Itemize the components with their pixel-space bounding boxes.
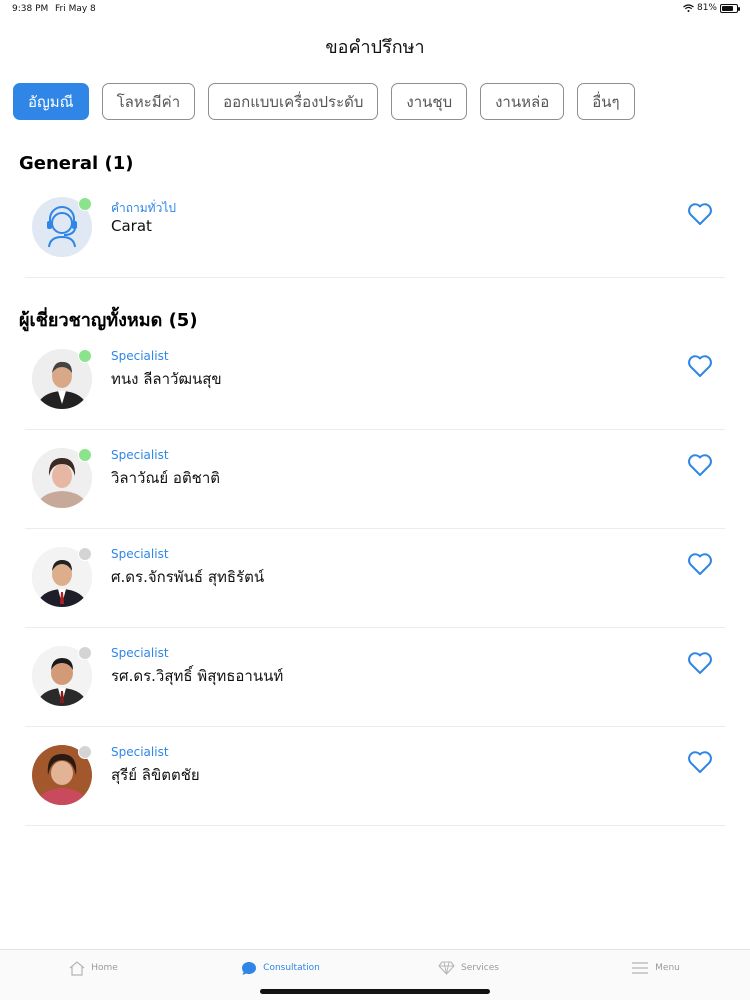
contact-name: Carat bbox=[111, 217, 152, 235]
specialist-role: Specialist bbox=[111, 448, 169, 462]
tab-home[interactable]: Home bbox=[0, 950, 187, 986]
favorite-heart-icon[interactable] bbox=[687, 750, 713, 774]
tab-menu[interactable]: Menu bbox=[562, 950, 749, 986]
category-chip-plating[interactable]: งานชุบ bbox=[391, 83, 468, 120]
category-chip-jewelry-design[interactable]: ออกแบบเครื่องประดับ bbox=[208, 83, 379, 120]
status-date: Fri May 8 bbox=[55, 4, 96, 14]
favorite-heart-icon[interactable] bbox=[687, 552, 713, 576]
specialist-role: Specialist bbox=[111, 646, 169, 660]
contact-role: คำถามทั่วไป bbox=[111, 201, 176, 215]
battery-icon bbox=[720, 3, 740, 13]
menu-icon bbox=[632, 962, 649, 974]
favorite-heart-icon[interactable] bbox=[687, 651, 713, 675]
page-title: ขอคำปรึกษา bbox=[325, 37, 425, 58]
specialist-name: ศ.ดร.จักรพันธ์ สุทธิรัตน์ bbox=[111, 568, 265, 586]
status-bar: 9:38 PM Fri May 8 81% bbox=[0, 0, 750, 18]
tab-consultation[interactable]: Consultation bbox=[187, 950, 374, 986]
chat-bubble-icon bbox=[242, 961, 257, 975]
tab-home-label: Home bbox=[91, 963, 118, 973]
online-status-dot bbox=[78, 349, 92, 363]
specialist-role: Specialist bbox=[111, 547, 169, 561]
category-filter-bar: อัญมณี โลหะมีค่า ออกแบบเครื่องประดับ งาน… bbox=[13, 83, 648, 120]
specialist-name: ทนง ลีลาวัฒนสุข bbox=[111, 370, 222, 388]
specialist-role: Specialist bbox=[111, 349, 169, 363]
category-chip-casting[interactable]: งานหล่อ bbox=[480, 83, 565, 120]
offline-status-dot bbox=[78, 547, 92, 561]
specialist-row[interactable]: Specialist ศ.ดร.จักรพันธ์ สุทธิรัตน์ bbox=[25, 530, 725, 628]
home-indicator[interactable] bbox=[260, 989, 490, 994]
category-chip-precious-metals[interactable]: โลหะมีค่า bbox=[101, 83, 196, 120]
favorite-heart-icon[interactable] bbox=[687, 202, 713, 226]
favorite-heart-icon[interactable] bbox=[687, 453, 713, 477]
favorite-heart-icon[interactable] bbox=[687, 354, 713, 378]
category-chip-gemstones[interactable]: อัญมณี bbox=[13, 83, 89, 120]
specialist-name: วิลาวัณย์ อติชาติ bbox=[111, 469, 221, 487]
specialists-section-title: ผู้เชี่ยวชาญทั้งหมด (5) bbox=[19, 310, 198, 331]
status-right: 81% bbox=[683, 3, 740, 13]
battery-percent: 81% bbox=[696, 3, 717, 13]
tab-services-label: Services bbox=[461, 963, 499, 973]
tab-consultation-label: Consultation bbox=[263, 963, 320, 973]
specialist-name: สุรีย์ ลิขิตตชัย bbox=[111, 766, 200, 784]
online-status-dot bbox=[78, 197, 92, 211]
offline-status-dot bbox=[78, 646, 92, 660]
tab-menu-label: Menu bbox=[655, 963, 680, 973]
tab-services[interactable]: Services bbox=[375, 950, 562, 986]
status-time: 9:38 PM bbox=[12, 4, 49, 14]
offline-status-dot bbox=[78, 745, 92, 759]
specialist-row[interactable]: Specialist ทนง ลีลาวัฒนสุข bbox=[25, 332, 725, 430]
specialist-row[interactable]: Specialist สุรีย์ ลิขิตตชัย bbox=[25, 728, 725, 826]
diamond-icon bbox=[438, 961, 455, 975]
general-section-title: General (1) bbox=[19, 153, 134, 174]
general-row[interactable]: คำถามทั่วไป Carat bbox=[25, 180, 725, 278]
specialist-row[interactable]: Specialist รศ.ดร.วิสุทธิ์ พิสุทธอานนท์ bbox=[25, 629, 725, 727]
online-status-dot bbox=[78, 448, 92, 462]
home-icon bbox=[69, 960, 85, 976]
specialist-row[interactable]: Specialist วิลาวัณย์ อติชาติ bbox=[25, 431, 725, 529]
wifi-icon bbox=[683, 4, 694, 12]
category-chip-other[interactable]: อื่นๆ bbox=[577, 83, 635, 120]
specialist-role: Specialist bbox=[111, 745, 169, 759]
specialist-name: รศ.ดร.วิสุทธิ์ พิสุทธอานนท์ bbox=[111, 667, 284, 685]
